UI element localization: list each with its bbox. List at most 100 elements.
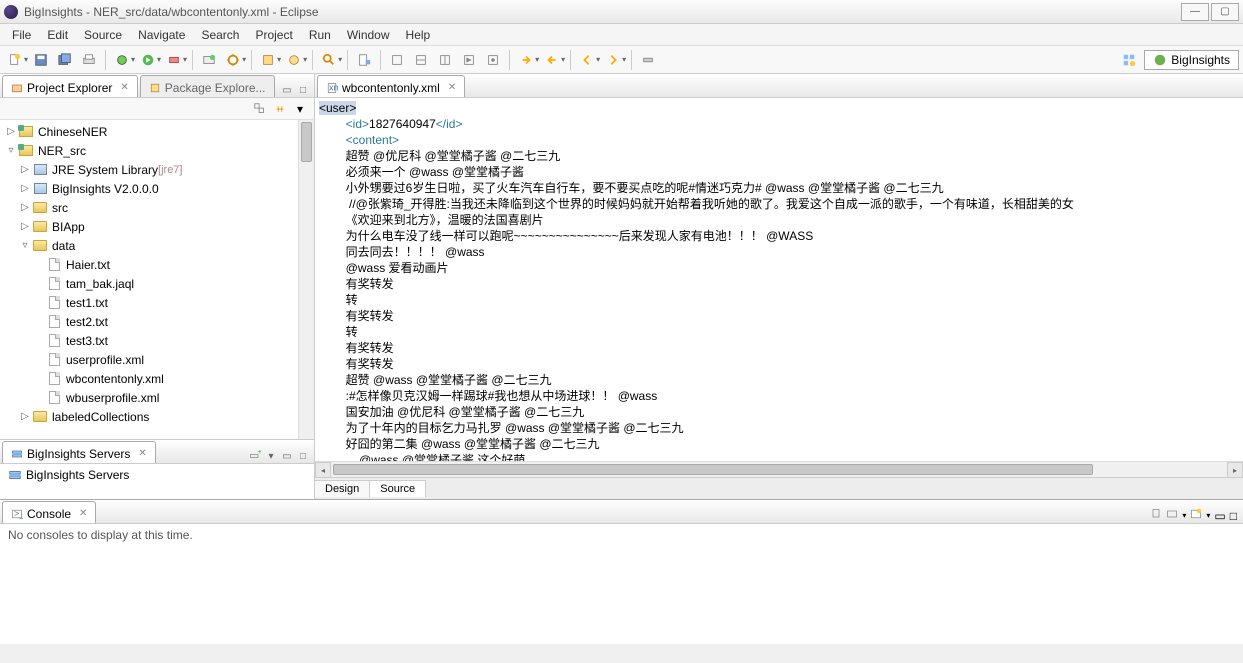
source-tab[interactable]: Source bbox=[370, 480, 426, 497]
view-minimize-icon[interactable]: ▭ bbox=[280, 449, 294, 463]
tree-item-data[interactable]: ▿data bbox=[0, 236, 314, 255]
save-all-button[interactable] bbox=[54, 49, 76, 71]
editor-hscrollbar[interactable]: ◂ ▸ bbox=[315, 461, 1243, 477]
editor-line[interactable]: 为了十年内的目标乞力马扎罗 @wass @堂堂橘子酱 @二七三九 bbox=[319, 420, 1239, 436]
editor-line[interactable]: 有奖转发 bbox=[319, 340, 1239, 356]
view-menu-icon[interactable]: ▾ bbox=[264, 449, 278, 463]
debug-button[interactable] bbox=[111, 49, 133, 71]
tb-icon-2[interactable] bbox=[410, 49, 432, 71]
tb-icon-1[interactable] bbox=[386, 49, 408, 71]
tree-scrollbar[interactable] bbox=[298, 120, 314, 439]
view-minimize-icon[interactable]: ▭ bbox=[1214, 509, 1225, 523]
editor-line[interactable]: 为什么电车没了线一样可以跑呢~~~~~~~~~~~~~~~后来发现人家有电池！！… bbox=[319, 228, 1239, 244]
editor-line[interactable]: 必须来一个 @wass @堂堂橘子酱 bbox=[319, 164, 1239, 180]
editor-line[interactable]: <id>1827640947</id> bbox=[319, 116, 1239, 132]
tree-item-wbcontentonly[interactable]: wbcontentonly.xml bbox=[0, 369, 314, 388]
tree-item-test2[interactable]: test2.txt bbox=[0, 312, 314, 331]
tb-icon-3[interactable] bbox=[434, 49, 456, 71]
prev-annotation-button[interactable] bbox=[541, 49, 563, 71]
scroll-right-icon[interactable]: ▸ bbox=[1227, 462, 1243, 478]
maximize-button[interactable]: ▢ bbox=[1211, 3, 1239, 21]
close-icon[interactable]: ✕ bbox=[79, 508, 87, 519]
run-button[interactable] bbox=[137, 49, 159, 71]
link-editor-icon[interactable] bbox=[272, 101, 288, 117]
editor-line[interactable]: 转 bbox=[319, 324, 1239, 340]
minimize-button[interactable]: — bbox=[1181, 3, 1209, 21]
tree-item-labeledcollections[interactable]: ▷labeledCollections bbox=[0, 407, 314, 426]
open-console-icon[interactable] bbox=[1190, 508, 1202, 523]
build-button[interactable] bbox=[222, 49, 244, 71]
editor-line[interactable]: 《欢迎来到北方》，温暖的法国喜剧片 bbox=[319, 212, 1239, 228]
view-maximize-icon[interactable]: □ bbox=[296, 83, 310, 97]
editor-line[interactable]: 国安加油 @优尼科 @堂堂橘子酱 @二七三九 bbox=[319, 404, 1239, 420]
editor-line[interactable]: 同去同去！！！！ @wass bbox=[319, 244, 1239, 260]
menu-file[interactable]: File bbox=[4, 26, 39, 44]
editor-line[interactable]: 有奖转发 bbox=[319, 308, 1239, 324]
tab-package-explorer[interactable]: Package Explore... bbox=[140, 75, 275, 97]
new-package-button[interactable] bbox=[257, 49, 279, 71]
menu-search[interactable]: Search bbox=[193, 26, 247, 44]
menu-window[interactable]: Window bbox=[339, 26, 398, 44]
pin-button[interactable] bbox=[637, 49, 659, 71]
editor-line[interactable]: :#怎样像贝克汉姆一样踢球#我也想从中场进球！！ @wass bbox=[319, 388, 1239, 404]
scroll-left-icon[interactable]: ◂ bbox=[315, 462, 331, 478]
editor-line[interactable]: @wass @堂堂橘子酱 这个好萌 bbox=[319, 452, 1239, 461]
toggle-mark-button[interactable] bbox=[353, 49, 375, 71]
view-maximize-icon[interactable]: □ bbox=[1230, 509, 1237, 523]
save-button[interactable] bbox=[30, 49, 52, 71]
editor-line[interactable]: 好囧的第二集 @wass @堂堂橘子酱 @二七三九 bbox=[319, 436, 1239, 452]
pin-console-icon[interactable] bbox=[1150, 508, 1162, 523]
editor-body[interactable]: <user> <id>1827640947</id> <content> 超赞 … bbox=[315, 98, 1243, 461]
servers-root[interactable]: BigInsights Servers bbox=[8, 468, 306, 482]
tree-item-biapp[interactable]: ▷BIApp bbox=[0, 217, 314, 236]
menu-navigate[interactable]: Navigate bbox=[130, 26, 193, 44]
tree-item-wbuserprofile[interactable]: wbuserprofile.xml bbox=[0, 388, 314, 407]
new-button[interactable] bbox=[4, 49, 26, 71]
design-tab[interactable]: Design bbox=[315, 480, 370, 497]
tree-item-chineseNER[interactable]: ▷ChineseNER bbox=[0, 122, 314, 141]
view-menu-icon[interactable]: ▾ bbox=[292, 101, 308, 117]
editor-line[interactable]: @wass 爱看动画片 bbox=[319, 260, 1239, 276]
tree-item-ner-src[interactable]: ▿NER_src bbox=[0, 141, 314, 160]
tree-item-jre[interactable]: ▷JRE System Library [jre7] bbox=[0, 160, 314, 179]
view-minimize-icon[interactable]: ▭ bbox=[280, 83, 294, 97]
menu-project[interactable]: Project bbox=[247, 26, 300, 44]
tree-item-test1[interactable]: test1.txt bbox=[0, 293, 314, 312]
menu-edit[interactable]: Edit bbox=[39, 26, 76, 44]
scroll-thumb[interactable] bbox=[333, 464, 1093, 475]
tb-icon-5[interactable] bbox=[482, 49, 504, 71]
tree-item-userprofile[interactable]: userprofile.xml bbox=[0, 350, 314, 369]
tree-item-tambak[interactable]: tam_bak.jaql bbox=[0, 274, 314, 293]
collapse-all-icon[interactable] bbox=[252, 101, 268, 117]
tab-biginsights-servers[interactable]: BigInsights Servers ✕ bbox=[2, 441, 156, 463]
project-tree[interactable]: ▷ChineseNER ▿NER_src ▷JRE System Library… bbox=[0, 120, 314, 439]
tree-item-biginsights-lib[interactable]: ▷BigInsights V2.0.0.0 bbox=[0, 179, 314, 198]
view-maximize-icon[interactable]: □ bbox=[296, 449, 310, 463]
search-button[interactable] bbox=[318, 49, 340, 71]
editor-line[interactable]: 转 bbox=[319, 292, 1239, 308]
editor-line[interactable]: 超赞 @优尼科 @堂堂橘子酱 @二七三九 bbox=[319, 148, 1239, 164]
close-icon[interactable]: ✕ bbox=[120, 82, 128, 93]
tree-item-haier[interactable]: Haier.txt bbox=[0, 255, 314, 274]
close-icon[interactable]: ✕ bbox=[138, 448, 146, 459]
add-server-icon[interactable]: + bbox=[248, 449, 262, 463]
open-perspective-button[interactable] bbox=[1118, 49, 1140, 71]
tb-icon-4[interactable] bbox=[458, 49, 480, 71]
display-selected-console-icon[interactable] bbox=[1166, 508, 1178, 523]
editor-line[interactable]: 有奖转发 bbox=[319, 356, 1239, 372]
tree-item-test3[interactable]: test3.txt bbox=[0, 331, 314, 350]
perspective-biginsights[interactable]: BigInsights bbox=[1144, 50, 1239, 70]
editor-line[interactable]: <user> bbox=[319, 100, 1239, 116]
run-last-button[interactable] bbox=[163, 49, 185, 71]
back-button[interactable] bbox=[576, 49, 598, 71]
editor-line[interactable]: <content> bbox=[319, 132, 1239, 148]
next-annotation-button[interactable] bbox=[515, 49, 537, 71]
menu-source[interactable]: Source bbox=[76, 26, 130, 44]
close-icon[interactable]: ✕ bbox=[448, 82, 456, 93]
new-class-button[interactable] bbox=[283, 49, 305, 71]
editor-line[interactable]: //@张紫琦_开得胜:当我还未降临到这个世界的时候妈妈就开始帮着我听她的歌了。我… bbox=[319, 196, 1239, 212]
new-server-button[interactable] bbox=[198, 49, 220, 71]
editor-line[interactable]: 小外甥要过6岁生日啦，买了火车汽车自行车，要不要买点吃的呢#情迷巧克力# @wa… bbox=[319, 180, 1239, 196]
tree-item-src[interactable]: ▷src bbox=[0, 198, 314, 217]
editor-line[interactable]: 超赞 @wass @堂堂橘子酱 @二七三九 bbox=[319, 372, 1239, 388]
